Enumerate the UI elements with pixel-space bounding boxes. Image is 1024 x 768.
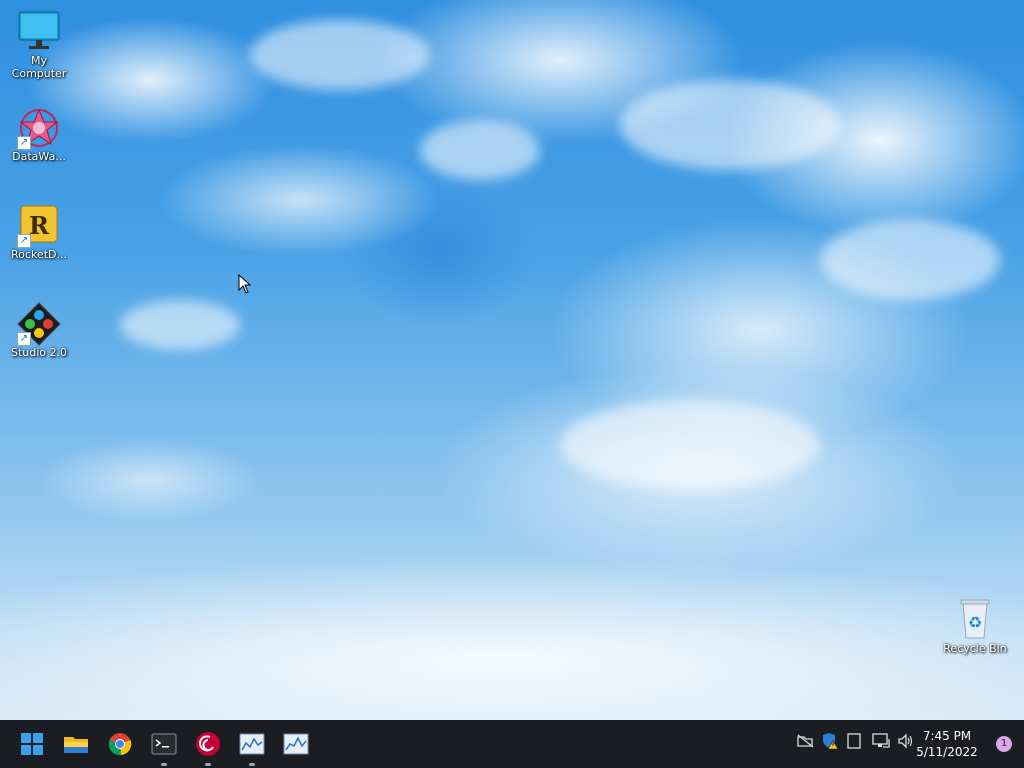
monitor-app-1-button[interactable] xyxy=(236,728,268,766)
notification-badge[interactable]: 1 xyxy=(996,736,1012,752)
mouse-cursor-icon xyxy=(238,273,252,298)
desktop-icon-label: Recycle Bin xyxy=(943,642,1007,655)
folder-icon xyxy=(64,737,88,753)
desktop-icon-label: My Computer xyxy=(11,54,67,80)
clock-date: 5/11/2022 xyxy=(916,745,978,759)
taskbar-clock[interactable]: 7:45 PM 5/11/2022 xyxy=(912,728,982,760)
running-indicator xyxy=(205,763,211,766)
desktop-icon-rocketdock[interactable]: R ↗ RocketD... xyxy=(3,204,75,261)
debian-icon xyxy=(196,732,220,756)
tablet-icon[interactable] xyxy=(845,732,863,750)
performance-monitor-icon xyxy=(239,733,265,755)
desktop-wallpaper: My Computer ↗ DataWa... R ↗ RocketD... ↗… xyxy=(0,0,1024,720)
terminal-button[interactable] xyxy=(148,728,180,766)
desktop-icon-datawatch[interactable]: ↗ DataWa... xyxy=(3,106,75,163)
monitor-app-2-button[interactable] xyxy=(280,728,312,760)
terminal-icon xyxy=(151,733,177,755)
start-button[interactable] xyxy=(16,728,48,760)
running-indicator xyxy=(249,763,255,766)
clock-time: 7:45 PM xyxy=(922,729,972,743)
shortcut-arrow-icon: ↗ xyxy=(17,234,31,248)
desktop-icon-label: Studio 2.0 xyxy=(10,346,68,359)
desktop-icon-studio[interactable]: ↗ Studio 2.0 xyxy=(3,302,75,359)
desktop-icon-label: RocketD... xyxy=(11,248,67,261)
defender-warning-icon[interactable] xyxy=(821,732,839,750)
datawatch-icon: ↗ xyxy=(15,106,63,150)
desktop-icon-recycle-bin[interactable]: ♻ Recycle Bin xyxy=(938,598,1012,655)
network-icon[interactable] xyxy=(872,732,890,750)
running-indicator xyxy=(161,763,167,766)
desktop-icon-my-computer[interactable]: My Computer xyxy=(3,10,75,80)
studio-icon: ↗ xyxy=(15,302,63,346)
network-off-icon[interactable] xyxy=(796,732,814,750)
monitor-icon xyxy=(15,10,63,54)
desktop-icon-label: DataWa... xyxy=(12,150,66,163)
shortcut-arrow-icon: ↗ xyxy=(17,332,31,346)
chrome-icon xyxy=(108,733,132,756)
debian-button[interactable] xyxy=(192,728,224,766)
recycle-bin-icon: ♻ xyxy=(951,598,999,642)
shortcut-arrow-icon: ↗ xyxy=(17,136,31,150)
taskbar: 7:45 PM 5/11/2022 1 xyxy=(0,720,1024,768)
svg-text:R: R xyxy=(29,211,50,240)
performance-monitor-icon xyxy=(283,733,309,755)
file-explorer-button[interactable] xyxy=(60,728,92,760)
windows-start-icon xyxy=(21,733,43,755)
chrome-button[interactable] xyxy=(104,728,136,760)
rocketdock-icon: R ↗ xyxy=(15,204,63,248)
svg-text:♻: ♻ xyxy=(968,613,982,632)
